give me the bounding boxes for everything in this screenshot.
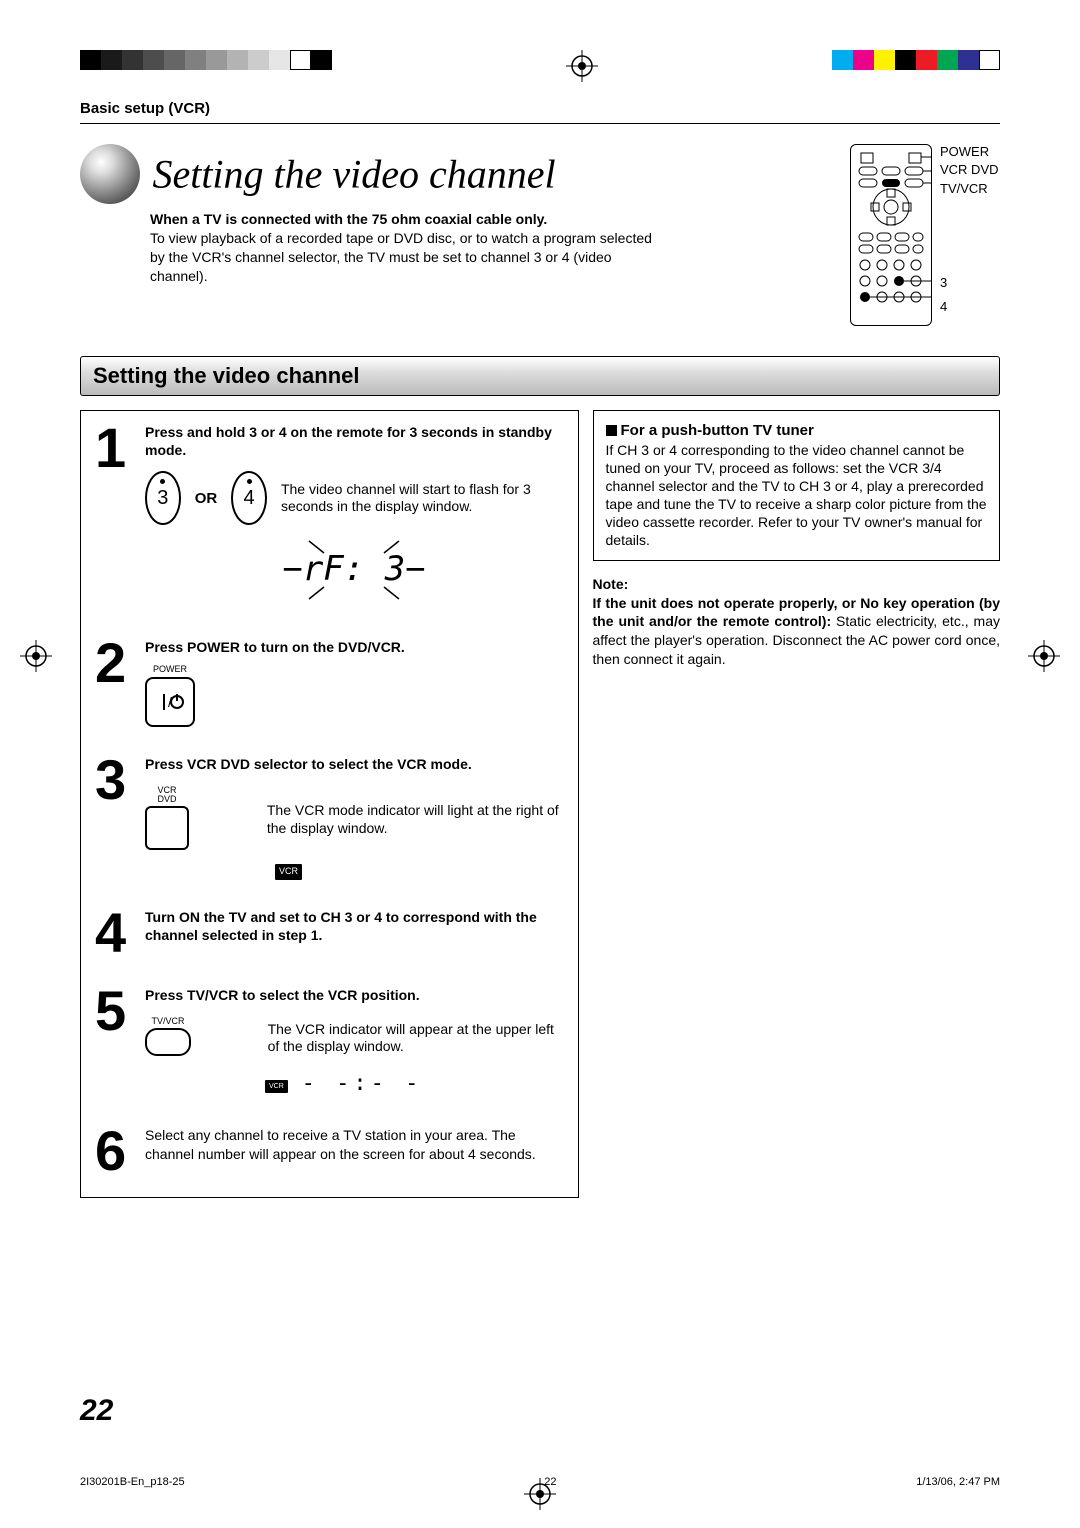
remote-label-column: POWER VCR DVD TV/VCR 3 4 [940, 144, 999, 317]
svg-text:−rF: 3−: −rF: 3− [283, 549, 426, 589]
footer-timestamp: 1/13/06, 2:47 PM [916, 1476, 1000, 1488]
sphere-icon [80, 144, 140, 204]
remote-label-vcrdvd: VCR DVD [940, 162, 999, 178]
step-number: 6 [95, 1126, 135, 1176]
registration-target-right-icon [1028, 640, 1060, 672]
tvvcr-button-label: TV/VCR [145, 1017, 191, 1026]
two-column-layout: 1 Press and hold 3 or 4 on the remote fo… [80, 410, 1000, 1198]
vcrdvd-button-icon [145, 806, 189, 850]
step-4: 4 Turn ON the TV and set to CH 3 or 4 to… [95, 908, 564, 958]
registration-target-bottom-icon [524, 1478, 556, 1510]
step-6-heading: Select any channel to receive a TV stati… [145, 1126, 564, 1162]
step-6: 6 Select any channel to receive a TV sta… [95, 1126, 564, 1176]
step-number: 2 [95, 638, 135, 688]
remote-icon [850, 144, 932, 326]
remote-label-3: 3 [940, 275, 999, 291]
step-3-heading: Press VCR DVD selector to select the VCR… [145, 755, 564, 773]
side-box-title: For a push-button TV tuner [606, 421, 987, 441]
pushbutton-tuner-box: For a push-button TV tuner If CH 3 or 4 … [593, 410, 1000, 561]
remote-diagram: POWER VCR DVD TV/VCR 3 4 [850, 144, 1000, 326]
step-4-heading: Turn ON the TV and set to CH 3 or 4 to c… [145, 908, 564, 944]
remote-label-4: 4 [940, 299, 999, 315]
remote-button-3-icon: 3 [145, 471, 181, 525]
note-block: Note: If the unit does not operate prope… [593, 575, 1000, 669]
tvvcr-button-icon [145, 1028, 191, 1056]
remote-button-4-icon: 4 [231, 471, 267, 525]
registration-target-left-icon [20, 640, 52, 672]
note-label: Note: [593, 575, 1000, 594]
step-number: 5 [95, 986, 135, 1036]
vcr-indicator-badge: VCR [275, 864, 302, 880]
page-content: Basic setup (VCR) Setting the video chan… [80, 100, 1000, 1428]
display-rf: −rF: 3− [145, 535, 564, 609]
steps-column: 1 Press and hold 3 or 4 on the remote fo… [80, 410, 579, 1198]
side-box-body: If CH 3 or 4 corresponding to the video … [606, 441, 987, 550]
grayscale-bar [80, 50, 332, 70]
header-row: Setting the video channel When a TV is c… [80, 144, 1000, 326]
step-5-heading: Press TV/VCR to select the VCR position. [145, 986, 564, 1004]
vcr-badge-small: VCR [265, 1080, 288, 1093]
display-dashes: - -:- - [302, 1070, 423, 1099]
notes-column: For a push-button TV tuner If CH 3 or 4 … [593, 410, 1000, 1198]
intro-bold: When a TV is connected with the 75 ohm c… [150, 211, 547, 227]
step-2-heading: Press POWER to turn on the DVD/VCR. [145, 638, 564, 656]
remote-label-tvvcr: TV/VCR [940, 181, 999, 197]
page-number: 22 [80, 1394, 113, 1428]
step-2: 2 Press POWER to turn on the DVD/VCR. PO… [95, 638, 564, 728]
step-1-desc: The video channel will start to flash fo… [281, 481, 564, 516]
remote-label-power: POWER [940, 144, 999, 160]
registration-target-icon [566, 50, 598, 82]
vcrdvd-button-label: VCR DVD [145, 786, 189, 804]
or-label: OR [195, 489, 218, 509]
cmyk-bar [832, 50, 1000, 70]
step-5-desc: The VCR indicator will appear at the upp… [268, 1021, 564, 1056]
footer-filename: 2I30201B-En_p18-25 [80, 1476, 185, 1488]
title-block: Setting the video channel When a TV is c… [80, 144, 830, 286]
registration-color-bars [80, 50, 1000, 82]
intro-body: To view playback of a recorded tape or D… [150, 230, 652, 284]
section-heading-bar: Setting the video channel [80, 356, 1000, 396]
intro-text: When a TV is connected with the 75 ohm c… [150, 210, 670, 286]
breadcrumb: Basic setup (VCR) [80, 100, 1000, 124]
power-button-icon: / [145, 677, 195, 727]
square-bullet-icon [606, 425, 617, 436]
step-number: 4 [95, 908, 135, 958]
manual-page: Basic setup (VCR) Setting the video chan… [0, 0, 1080, 1528]
step-number: 3 [95, 755, 135, 805]
step-3: 3 Press VCR DVD selector to select the V… [95, 755, 564, 880]
step-1-heading: Press and hold 3 or 4 on the remote for … [145, 423, 564, 459]
step-5: 5 Press TV/VCR to select the VCR positio… [95, 986, 564, 1098]
power-label: POWER [145, 664, 195, 676]
step-1: 1 Press and hold 3 or 4 on the remote fo… [95, 423, 564, 610]
step-3-desc: The VCR mode indicator will light at the… [267, 802, 564, 837]
step-number: 1 [95, 423, 135, 473]
page-title: Setting the video channel [152, 152, 555, 197]
